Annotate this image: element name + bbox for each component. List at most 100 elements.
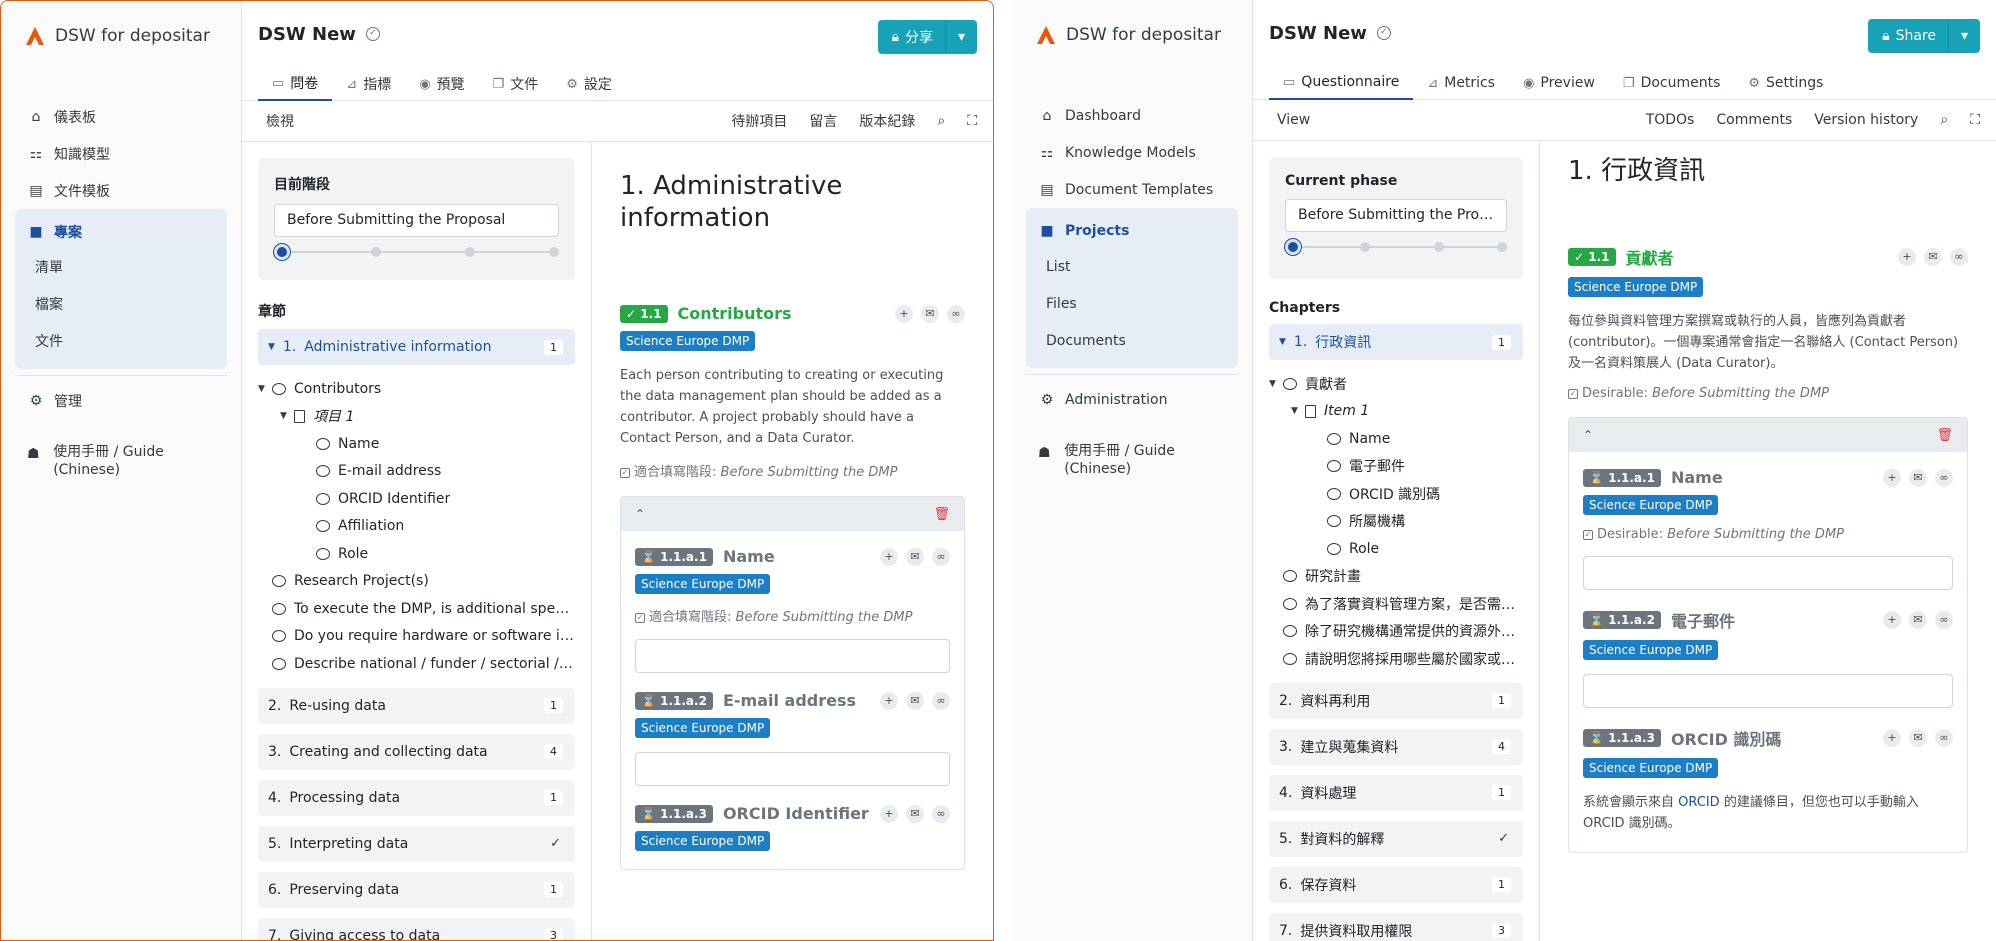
sidebar-item-dashboard[interactable]: ⌂ Dashboard <box>1026 97 1238 134</box>
phase-select[interactable]: Before Submitting the Proposal <box>274 204 559 237</box>
comments-icon[interactable]: ✉ <box>906 547 924 566</box>
sidebar-subitem-list[interactable]: 清單 <box>15 250 227 287</box>
sidebar-item-administration[interactable]: ⚙ Administration <box>1026 381 1238 418</box>
comments-icon[interactable]: ✉ <box>906 691 924 710</box>
tree-item[interactable]: 為了落實資料管理方案，是否需要額外的專業知識或訓練？ <box>1269 590 1523 618</box>
tree-item[interactable]: 除了研究機構通常提供的資源外，是否需要額外的硬體或軟體？ <box>1269 618 1523 646</box>
comments-button[interactable]: 留言 <box>809 111 837 131</box>
email-input[interactable] <box>635 752 950 786</box>
sidebar-subitem-documents[interactable]: 文件 <box>15 324 227 361</box>
orcid-link[interactable]: ORCID <box>1678 795 1720 810</box>
link-icon[interactable]: ∞ <box>1935 611 1953 629</box>
chapter-item[interactable]: 6. Preserving data 1 <box>258 871 575 908</box>
chapter-item[interactable]: 4. Processing data 1 <box>258 779 575 816</box>
phase-step[interactable] <box>1497 242 1507 252</box>
chapter-item[interactable]: ▼ 1. Administrative information 1 <box>258 329 575 365</box>
add-icon[interactable]: + <box>895 304 913 323</box>
tree-item[interactable]: Affiliation <box>258 513 575 541</box>
phase-step[interactable] <box>1433 242 1444 252</box>
version-history-button[interactable]: Version history <box>1814 112 1918 128</box>
sidebar-item-projects[interactable]: ■ Projects <box>1026 212 1238 249</box>
comments-icon[interactable]: ✉ <box>1909 468 1927 487</box>
chapter-item[interactable]: 6. 保存資料 1 <box>1269 866 1523 903</box>
sidebar-item-dashboard[interactable]: ⌂ 儀表板 <box>15 98 227 135</box>
add-icon[interactable]: + <box>880 804 898 823</box>
sidebar-subitem-list[interactable]: List <box>1026 249 1238 286</box>
chapter-item[interactable]: 5. Interpreting data ✓ <box>258 825 575 862</box>
phase-step[interactable] <box>549 247 559 257</box>
version-history-button[interactable]: 版本紀錄 <box>859 111 915 131</box>
share-button[interactable]: 🔒︎ 分享 <box>878 27 945 47</box>
sidebar-item-administration[interactable]: ⚙ 管理 <box>15 382 227 419</box>
chevron-up-icon[interactable]: ⌃ <box>635 507 645 521</box>
tree-item[interactable]: Research Project(s) <box>258 568 575 596</box>
tree-item[interactable]: Role <box>1269 535 1523 563</box>
search-icon[interactable]: ⌕ <box>1940 112 1948 128</box>
tab-settings[interactable]: ⚙ 設定 <box>552 67 626 101</box>
tree-item[interactable]: Name <box>258 430 575 458</box>
link-icon[interactable]: ∞ <box>932 547 950 566</box>
comments-icon[interactable]: ✉ <box>1909 729 1927 747</box>
tree-item[interactable]: 電子郵件 <box>1269 453 1523 481</box>
view-menu[interactable]: 檢視 <box>266 111 294 131</box>
tree-item[interactable]: ▼ Contributors <box>258 375 575 403</box>
comments-icon[interactable]: ✉ <box>906 804 924 823</box>
sidebar-item-document-templates[interactable]: ▤ Document Templates <box>1026 171 1238 208</box>
tree-item[interactable]: E-mail address <box>258 458 575 486</box>
tree-item[interactable]: ORCID 識別碼 <box>1269 480 1523 508</box>
phase-slider[interactable] <box>274 243 559 261</box>
name-input[interactable] <box>1583 556 1953 590</box>
link-icon[interactable]: ∞ <box>932 691 950 710</box>
sidebar-item-document-templates[interactable]: ▤ 文件模板 <box>15 172 227 209</box>
chapter-item[interactable]: 4. 資料處理 1 <box>1269 774 1523 811</box>
brand[interactable]: DSW for depositar <box>1 1 241 71</box>
sidebar-item-knowledge-models[interactable]: ⚏ 知識模型 <box>15 135 227 172</box>
todos-button[interactable]: TODOs <box>1646 112 1695 128</box>
trash-icon[interactable]: 🗑︎ <box>933 507 950 522</box>
phase-step[interactable] <box>1360 242 1371 252</box>
trash-icon[interactable]: 🗑︎ <box>1936 428 1953 443</box>
tree-item[interactable]: 請說明您將採用哪些屬於國家或資助機構的資料管理程序 <box>1269 645 1523 673</box>
phase-step-current[interactable] <box>1285 239 1301 255</box>
sidebar-item-guide[interactable]: ☗ 使用手冊 / Guide (Chinese) <box>15 443 227 479</box>
tab-preview[interactable]: ◉ Preview <box>1509 66 1609 100</box>
chapter-item[interactable]: 2. Re-using data 1 <box>258 687 575 724</box>
chapter-item[interactable]: 2. 資料再利用 1 <box>1269 682 1523 719</box>
tab-metrics[interactable]: ⊿ Metrics <box>1413 66 1509 100</box>
add-icon[interactable]: + <box>880 547 898 566</box>
tree-item[interactable]: Name <box>1269 425 1523 453</box>
tab-documents[interactable]: ❐ 文件 <box>479 67 553 101</box>
sidebar-subitem-files[interactable]: Files <box>1026 286 1238 323</box>
comments-icon[interactable]: ✉ <box>1924 248 1942 266</box>
tree-item[interactable]: Describe national / funder / sectorial /… <box>258 650 575 678</box>
email-input[interactable] <box>1583 674 1953 708</box>
comments-icon[interactable]: ✉ <box>1909 611 1927 629</box>
chapter-item[interactable]: 3. 建立與蒐集資料 4 <box>1269 728 1523 765</box>
phase-slider[interactable] <box>1285 238 1507 256</box>
chapter-item[interactable]: 7. 提供資料取用權限 3 <box>1269 912 1523 941</box>
fullscreen-icon[interactable]: ⛶ <box>1970 112 1980 128</box>
tree-item[interactable]: Role <box>258 540 575 568</box>
chapter-item[interactable]: 7. Giving access to data 3 <box>258 917 575 940</box>
tree-item[interactable]: ▼ 貢獻者 <box>1269 370 1523 398</box>
sidebar-item-knowledge-models[interactable]: ⚏ Knowledge Models <box>1026 134 1238 171</box>
tree-item[interactable]: Do you require hardware or software in a… <box>258 623 575 651</box>
comments-button[interactable]: Comments <box>1716 112 1792 128</box>
share-dropdown-toggle[interactable]: ▾ <box>945 20 977 54</box>
sidebar-item-guide[interactable]: ☗ 使用手冊 / Guide (Chinese) <box>1026 442 1238 478</box>
tab-documents[interactable]: ❐ Documents <box>1609 66 1734 100</box>
tab-metrics[interactable]: ⊿ 指標 <box>332 67 405 101</box>
share-dropdown-toggle[interactable]: ▾ <box>1948 19 1980 53</box>
tree-item[interactable]: 所屬機構 <box>1269 508 1523 536</box>
tab-questionnaire[interactable]: ▭ Questionnaire <box>1269 66 1414 100</box>
phase-step-current[interactable] <box>274 244 290 260</box>
fullscreen-icon[interactable]: ⛶ <box>967 113 977 129</box>
link-icon[interactable]: ∞ <box>1935 468 1953 487</box>
share-button[interactable]: 🔒︎ Share <box>1868 28 1948 44</box>
search-icon[interactable]: ⌕ <box>937 113 945 129</box>
phase-step[interactable] <box>464 247 475 257</box>
chapter-item[interactable]: 3. Creating and collecting data 4 <box>258 733 575 770</box>
tree-item[interactable]: ▼ Item 1 <box>1269 398 1523 426</box>
tree-item[interactable]: To execute the DMP, is additional specia… <box>258 595 575 623</box>
name-input[interactable] <box>635 639 950 673</box>
